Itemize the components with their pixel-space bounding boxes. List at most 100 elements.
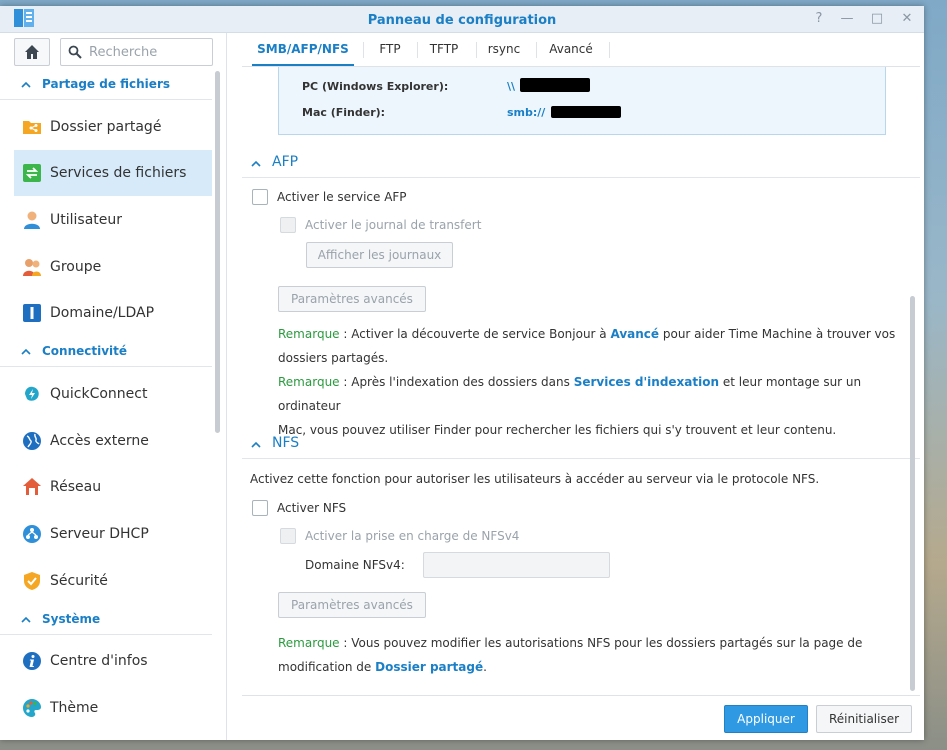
tab-advanced[interactable]: Avancé: [539, 34, 603, 66]
sidebar-item-info-center[interactable]: Centre d'infos: [14, 638, 212, 684]
afp-section-header[interactable]: AFP: [242, 150, 920, 178]
tab-tftp[interactable]: TFTP: [420, 34, 468, 66]
afp-enable-label: Activer le service AFP: [277, 190, 407, 204]
nfsv4-label: Activer la prise en charge de NFSv4: [305, 529, 520, 543]
user-icon: [24, 211, 40, 229]
nfs-section-header[interactable]: NFS: [242, 431, 920, 459]
sidebar-item-theme[interactable]: Thème: [14, 685, 212, 731]
nfs-advanced-settings-button[interactable]: Paramètres avancés: [278, 592, 426, 618]
nfs-enable-checkbox[interactable]: [252, 500, 268, 516]
sidebar-item-network[interactable]: Réseau: [14, 464, 212, 510]
afp-enable-checkbox[interactable]: [252, 189, 268, 205]
note-text: : Vous pouvez modifier les autorisations…: [339, 636, 863, 650]
nfs-enable-label: Activer NFS: [277, 501, 347, 515]
chevron-up-icon: [21, 616, 31, 623]
sidebar-item-group[interactable]: Groupe: [14, 244, 212, 290]
quickconnect-icon: [25, 386, 39, 401]
section-connectivity[interactable]: Connectivité: [0, 338, 212, 367]
sidebar-item-label: Sécurité: [50, 573, 108, 589]
mac-path-label: Mac (Finder):: [302, 106, 386, 119]
control-panel-window: Panneau de configuration ? — □ ✕ Partage…: [0, 6, 924, 740]
nfsv4-domain-input[interactable]: [423, 552, 610, 578]
tab-separator: [609, 42, 610, 58]
section-file-sharing[interactable]: Partage de fichiers: [0, 71, 212, 100]
tab-smb-afp-nfs[interactable]: SMB/AFP/NFS: [252, 34, 354, 66]
chevron-up-icon: [251, 441, 261, 448]
settings-content: PC (Windows Explorer): \\ Mac (Finder): …: [242, 67, 920, 685]
sidebar-item-security[interactable]: Sécurité: [14, 558, 212, 604]
maximize-icon[interactable]: □: [866, 9, 888, 29]
nfs-permissions-note: Remarque : Vous pouvez modifier les auto…: [278, 631, 918, 679]
redaction-bar: [551, 106, 621, 118]
tab-rsync[interactable]: rsync: [479, 34, 529, 66]
sidebar-item-label: Réseau: [50, 479, 102, 495]
sidebar: Partage de fichiers Dossier partagé Serv…: [0, 33, 227, 740]
info-icon: [23, 652, 41, 670]
afp-bonjour-note: Remarque : Activer la découverte de serv…: [278, 322, 918, 370]
chevron-up-icon: [21, 81, 31, 88]
globe-icon: [23, 432, 41, 450]
shared-folder-link[interactable]: Dossier partagé: [375, 660, 483, 674]
network-icon: [23, 478, 41, 495]
window-title: Panneau de configuration: [367, 13, 557, 28]
tab-ftp[interactable]: FTP: [366, 34, 414, 66]
note-text: : Activer la découverte de service Bonjo…: [339, 327, 611, 341]
sidebar-item-label: Groupe: [50, 259, 102, 275]
help-icon[interactable]: ?: [808, 9, 830, 29]
shared-folder-icon: [23, 121, 41, 134]
section-system[interactable]: Système: [0, 606, 212, 635]
sidebar-item-label: Services de fichiers: [50, 165, 187, 181]
section-label: Système: [42, 612, 101, 626]
reset-button[interactable]: Réinitialiser: [816, 705, 912, 733]
afp-transfer-log-checkbox[interactable]: [280, 217, 296, 233]
sidebar-item-dhcp-server[interactable]: Serveur DHCP: [14, 511, 212, 557]
sidebar-item-domain-ldap[interactable]: Domaine/LDAP: [14, 290, 212, 336]
close-icon[interactable]: ✕: [896, 9, 918, 29]
domain-ldap-icon: [23, 304, 41, 322]
tab-separator: [476, 42, 477, 58]
section-label: Connectivité: [42, 344, 128, 358]
afp-advanced-settings-button[interactable]: Paramètres avancés: [278, 286, 426, 312]
show-logs-button[interactable]: Afficher les journaux: [306, 242, 453, 268]
chevron-up-icon: [21, 348, 31, 355]
minimize-icon[interactable]: —: [836, 9, 858, 29]
chevron-up-icon: [251, 160, 261, 167]
title-bar: Panneau de configuration ? — □ ✕: [0, 6, 924, 33]
sidebar-item-label: Utilisateur: [50, 212, 123, 228]
search-input[interactable]: [87, 42, 209, 62]
tab-separator: [363, 42, 364, 58]
sidebar-item-quickconnect[interactable]: QuickConnect: [14, 371, 212, 417]
note-text: : Après l'indexation des dossiers dans: [339, 375, 574, 389]
sidebar-item-shared-folder[interactable]: Dossier partagé: [14, 104, 212, 150]
pc-path-label: PC (Windows Explorer):: [302, 80, 449, 93]
sidebar-item-label: Serveur DHCP: [50, 526, 149, 542]
sidebar-item-external-access[interactable]: Accès externe: [14, 418, 212, 464]
sidebar-item-user[interactable]: Utilisateur: [14, 197, 212, 243]
tab-bar: SMB/AFP/NFS FTP TFTP rsync Avancé: [242, 34, 920, 67]
section-label: Partage de fichiers: [42, 77, 170, 91]
nfsv4-checkbox[interactable]: [280, 528, 296, 544]
file-services-icon: [23, 164, 41, 182]
sidebar-item-file-services[interactable]: Services de fichiers: [14, 150, 212, 196]
advanced-link[interactable]: Avancé: [610, 327, 659, 341]
apply-button[interactable]: Appliquer: [724, 705, 808, 733]
sidebar-item-label: Accès externe: [50, 433, 149, 449]
footer-bar: Appliquer Réinitialiser: [242, 695, 920, 740]
sidebar-item-label: Thème: [50, 700, 99, 716]
remark-label: Remarque: [278, 375, 340, 389]
indexing-services-link[interactable]: Services d'indexation: [574, 375, 719, 389]
home-button[interactable]: [14, 38, 50, 66]
redaction-bar: [520, 78, 590, 92]
nfs-section-title: NFS: [272, 435, 300, 451]
note-text: dossiers partagés.: [278, 351, 389, 365]
search-box[interactable]: [60, 38, 213, 66]
palette-icon: [23, 699, 41, 717]
dhcp-server-icon: [23, 525, 41, 543]
smb-connection-info: PC (Windows Explorer): \\ Mac (Finder): …: [278, 67, 886, 135]
content-scrollbar[interactable]: [910, 296, 915, 691]
group-icon: [23, 259, 41, 276]
mac-path-value: smb://: [507, 106, 546, 119]
nfs-description: Activez cette fonction pour autoriser le…: [250, 472, 820, 486]
sidebar-item-label: Centre d'infos: [50, 653, 148, 669]
sidebar-scrollbar[interactable]: [215, 71, 220, 433]
